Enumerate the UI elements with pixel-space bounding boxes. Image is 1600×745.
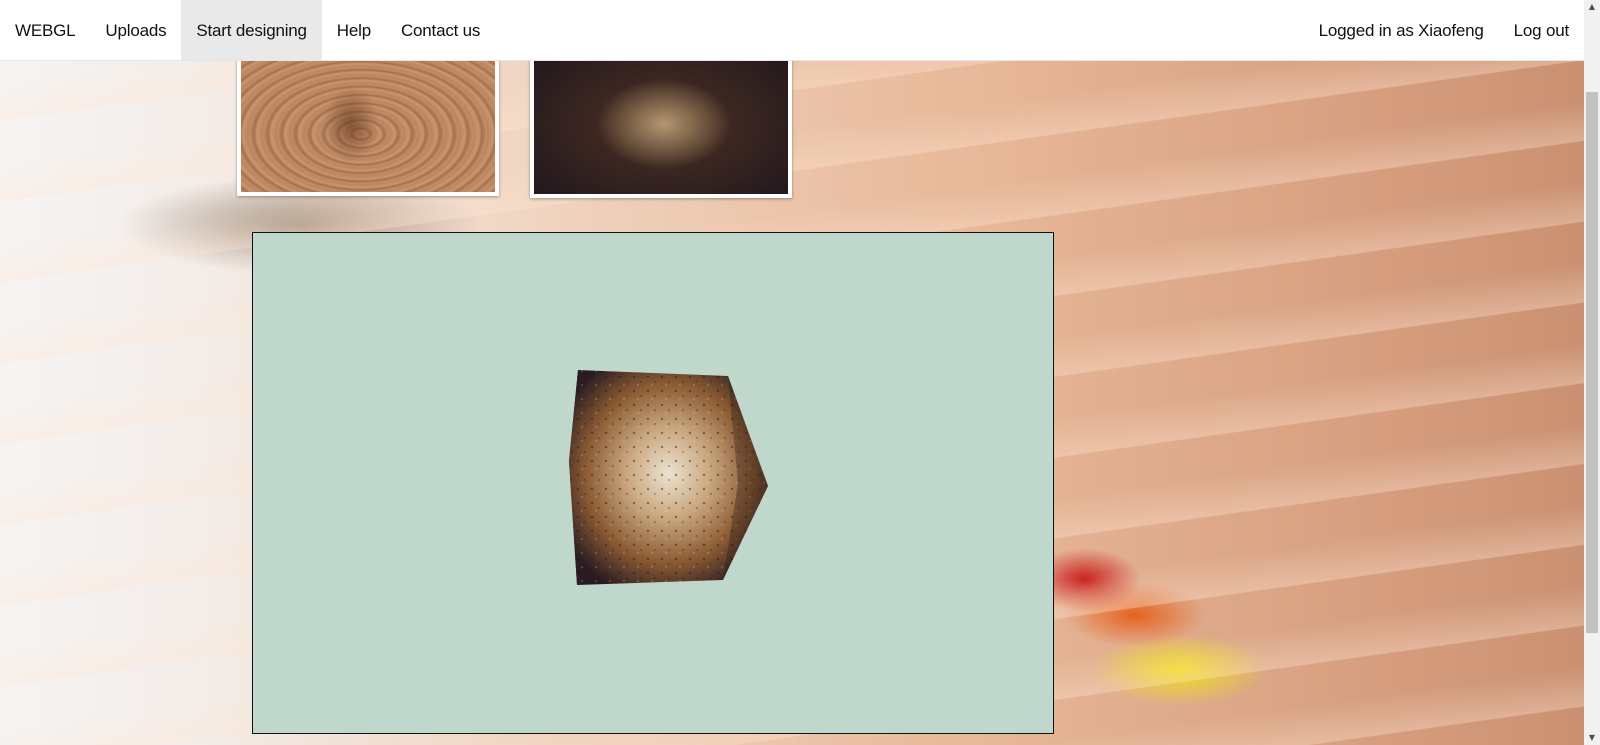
scroll-up-arrow[interactable]: ▲	[1584, 0, 1600, 14]
brand-link[interactable]: WEBGL	[0, 0, 90, 60]
nav-contact-us[interactable]: Contact us	[386, 0, 495, 60]
nav-start-designing[interactable]: Start designing	[181, 0, 322, 60]
light-wood-texture-image	[241, 54, 495, 192]
nav-right-group: Logged in as Xiaofeng Log out	[1304, 0, 1584, 60]
nav-help[interactable]: Help	[322, 0, 386, 60]
nav-uploads[interactable]: Uploads	[90, 0, 181, 60]
scroll-thumb[interactable]	[1586, 92, 1598, 633]
dark-wood-texture-image	[534, 54, 788, 194]
webgl-canvas[interactable]	[252, 232, 1054, 734]
top-navbar: WEBGL Uploads Start designing Help Conta…	[0, 0, 1600, 61]
texture-thumbnail-light-wood[interactable]	[237, 50, 499, 196]
textured-cube	[569, 370, 768, 585]
nav-left-group: WEBGL Uploads Start designing Help Conta…	[0, 0, 495, 60]
logged-in-user[interactable]: Logged in as Xiaofeng	[1304, 0, 1499, 60]
logout-link[interactable]: Log out	[1499, 0, 1584, 60]
page-scrollbar[interactable]: ▲ ▼	[1584, 0, 1600, 745]
scroll-down-arrow[interactable]: ▼	[1584, 731, 1600, 745]
texture-thumbnail-dark-wood[interactable]	[530, 50, 792, 198]
